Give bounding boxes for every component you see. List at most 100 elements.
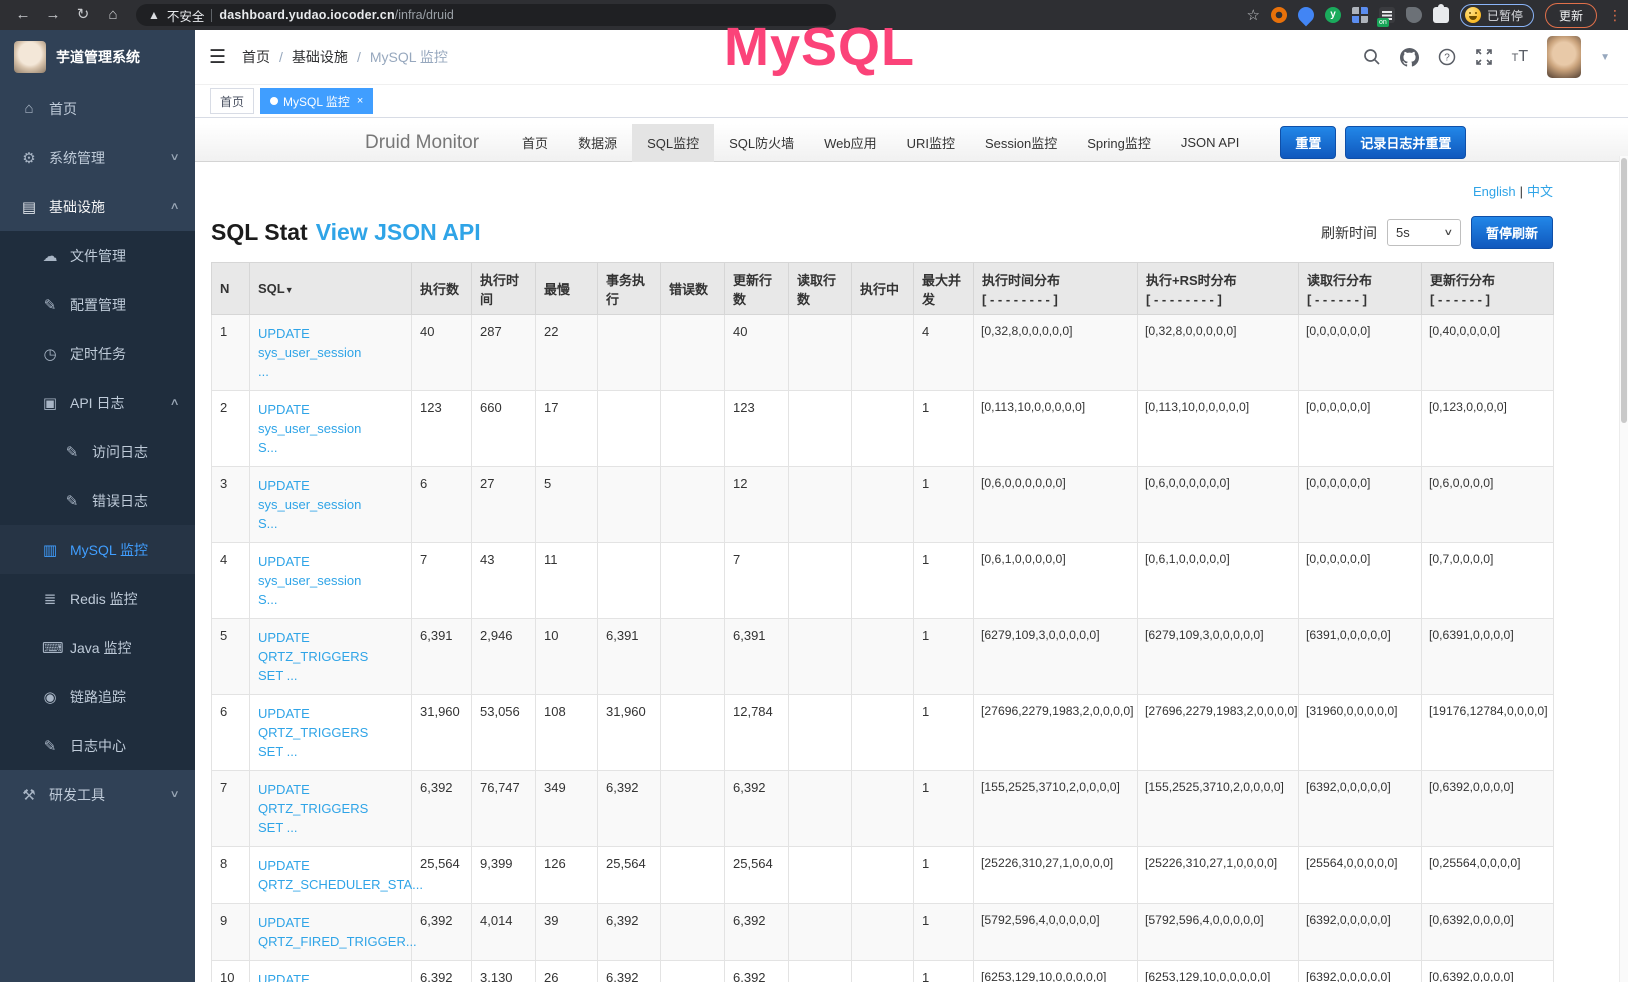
help-icon[interactable]: ? <box>1438 48 1456 66</box>
extension-pin-icon[interactable] <box>1295 4 1318 27</box>
sort-desc-icon: ▼ <box>285 285 294 295</box>
sidebar-item-trace[interactable]: ◉链路追踪 <box>0 672 195 721</box>
cell-update_rows: 123 <box>725 391 789 467</box>
lang-chinese-link[interactable]: 中文 <box>1527 184 1553 199</box>
sidebar-item-infrastructure[interactable]: ▤基础设施∧ <box>0 182 195 231</box>
cell-max_concurrent: 1 <box>914 467 974 543</box>
log-and-reset-button[interactable]: 记录日志并重置 <box>1345 126 1466 159</box>
lang-english-link[interactable]: English <box>1473 184 1516 199</box>
extension-list-icon[interactable]: on <box>1379 7 1395 23</box>
browser-menu-icon[interactable]: ⋮ <box>1608 7 1618 24</box>
page-scrollbar-thumb[interactable] <box>1621 158 1627 423</box>
user-avatar[interactable] <box>1547 36 1581 78</box>
page-scrollbar[interactable] <box>1619 156 1628 982</box>
cell-update_rows: 12,784 <box>725 695 789 771</box>
col-label: 读取行分布 <box>1307 270 1413 289</box>
druid-nav-uri-monitor[interactable]: URI监控 <box>892 124 970 162</box>
sidebar-item-mysql-monitor[interactable]: ▥MySQL 监控 <box>0 525 195 574</box>
sql-statement-link[interactable]: UPDATE sys_user_sessionS... <box>258 476 403 533</box>
browser-reload-icon[interactable]: ↻ <box>70 3 96 27</box>
lang-separator: | <box>1520 184 1523 199</box>
breadcrumb-link[interactable]: 基础设施 <box>292 47 348 67</box>
extension-squares-icon[interactable] <box>1352 7 1368 23</box>
pause-refresh-button[interactable]: 暂停刷新 <box>1471 216 1553 249</box>
sidebar-item-home[interactable]: ⌂首页 <box>0 84 195 133</box>
sql-statement-link[interactable]: UPDATEQRTZ_SCHEDULER_STA... <box>258 856 403 894</box>
user-menu-caret-icon[interactable]: ▼ <box>1600 52 1610 63</box>
cell-dist_time_rs: [25226,310,27,1,0,0,0,0] <box>1138 847 1299 904</box>
sidebar-item-label: 定时任务 <box>70 344 126 364</box>
browser-back-icon[interactable]: ← <box>10 3 36 27</box>
cell-exec_count: 6,392 <box>412 961 472 982</box>
sql-statement-link[interactable]: UPDATEQRTZ_FIRED_TRIGGER... <box>258 913 403 951</box>
sql-line-1: UPDATE sys_user_session <box>258 324 403 362</box>
search-icon[interactable] <box>1363 48 1381 66</box>
sidebar-item-access-log[interactable]: ✎访问日志 <box>0 427 195 476</box>
sidebar-item-file-mgmt[interactable]: ☁文件管理 <box>0 231 195 280</box>
druid-nav-spring-monitor[interactable]: Spring监控 <box>1072 124 1166 162</box>
col-sql[interactable]: SQL▼ <box>250 263 412 315</box>
profile-paused-chip[interactable]: 已暂停 <box>1460 4 1534 27</box>
chrome-update-button[interactable]: 更新 <box>1545 3 1597 28</box>
refresh-interval-select[interactable]: 5s ∨ <box>1387 219 1461 246</box>
cell-dist_read: [0,0,0,0,0,0] <box>1299 391 1422 467</box>
cell-slowest: 349 <box>536 771 598 847</box>
col-dist-scale: [ - - - - - - ] <box>1430 292 1545 307</box>
cell-dist_update: [0,6,0,0,0,0] <box>1422 467 1554 543</box>
sidebar-item-api-log[interactable]: ▣API 日志∧ <box>0 378 195 427</box>
sidebar-item-redis-monitor[interactable]: ≣Redis 监控 <box>0 574 195 623</box>
druid-nav-sql-firewall[interactable]: SQL防火墙 <box>714 124 809 162</box>
sidebar-item-system-mgmt[interactable]: ⚙系统管理∨ <box>0 133 195 182</box>
sql-line-1: UPDATE sys_user_session <box>258 400 403 438</box>
reset-button[interactable]: 重置 <box>1280 126 1336 159</box>
view-json-api-link[interactable]: View JSON API <box>316 219 481 246</box>
sql-statement-link[interactable]: UPDATE sys_user_sessionS... <box>258 552 403 609</box>
sql-statement-link[interactable]: UPDATE QRTZ_TRIGGERSSET ... <box>258 780 403 837</box>
cell-max_concurrent: 1 <box>914 391 974 467</box>
druid-nav-web-app[interactable]: Web应用 <box>809 124 892 162</box>
cell-read_rows <box>789 847 852 904</box>
tab-close-icon[interactable]: × <box>357 95 363 107</box>
sql-statement-link[interactable]: UPDATE sys_user_sessionS... <box>258 400 403 457</box>
extension-green-icon[interactable]: y <box>1325 7 1341 23</box>
cell-slowest: 39 <box>536 904 598 961</box>
url-path: /infra/druid <box>395 8 454 22</box>
hamburger-icon[interactable]: ☰ <box>209 46 226 69</box>
sidebar-item-dev-tools[interactable]: ⚒研发工具∨ <box>0 770 195 819</box>
extension-orange-icon[interactable] <box>1271 7 1287 23</box>
sidebar-item-config-mgmt[interactable]: ✎配置管理 <box>0 280 195 329</box>
extension-on-badge: on <box>1377 18 1389 27</box>
extensions-puzzle-icon[interactable] <box>1433 7 1449 23</box>
druid-nav-datasource[interactable]: 数据源 <box>563 124 632 162</box>
github-icon[interactable] <box>1400 48 1419 67</box>
druid-nav-sql-monitor[interactable]: SQL监控 <box>632 124 714 162</box>
sql-statement-link[interactable]: UPDATE QRTZ_TRIGGERSSET ... <box>258 628 403 685</box>
browser-forward-icon[interactable]: → <box>40 3 66 27</box>
sql-statement-link[interactable]: UPDATEQRTZ_CRON_TRIGGERS... <box>258 970 403 982</box>
cell-slowest: 126 <box>536 847 598 904</box>
sql-statement-link[interactable]: UPDATE QRTZ_TRIGGERSSET ... <box>258 704 403 761</box>
cell-running <box>852 619 914 695</box>
sql-statement-link[interactable]: UPDATE sys_user_session... <box>258 324 403 381</box>
sidebar-item-java-monitor[interactable]: ⌨Java 监控 <box>0 623 195 672</box>
druid-nav-json-api[interactable]: JSON API <box>1166 124 1255 162</box>
fullscreen-icon[interactable] <box>1475 48 1493 66</box>
font-size-icon[interactable]: TT <box>1512 48 1529 66</box>
sidebar-item-log-center[interactable]: ✎日志中心 <box>0 721 195 770</box>
not-secure-label[interactable]: 不安全 <box>167 6 205 25</box>
bookmark-star-icon[interactable]: ☆ <box>1247 6 1260 24</box>
col-slowest: 最慢 <box>536 263 598 315</box>
cell-dist_update: [0,7,0,0,0,0] <box>1422 543 1554 619</box>
cell-exec_count: 6,392 <box>412 904 472 961</box>
cell-errors <box>661 619 725 695</box>
sidebar-item-error-log[interactable]: ✎错误日志 <box>0 476 195 525</box>
tab-首页[interactable]: 首页 <box>210 88 254 114</box>
extension-leaf-icon[interactable] <box>1406 7 1422 23</box>
druid-nav-home[interactable]: 首页 <box>507 124 563 162</box>
tab-MySQL 监控[interactable]: MySQL 监控× <box>260 88 373 114</box>
druid-nav-session-monitor[interactable]: Session监控 <box>970 124 1072 162</box>
breadcrumb-link[interactable]: 首页 <box>242 47 270 67</box>
sidebar-item-scheduled-tasks[interactable]: ◷定时任务 <box>0 329 195 378</box>
browser-home-icon[interactable]: ⌂ <box>100 3 126 27</box>
url-host: dashboard.yudao.iocoder.cn <box>219 8 394 22</box>
